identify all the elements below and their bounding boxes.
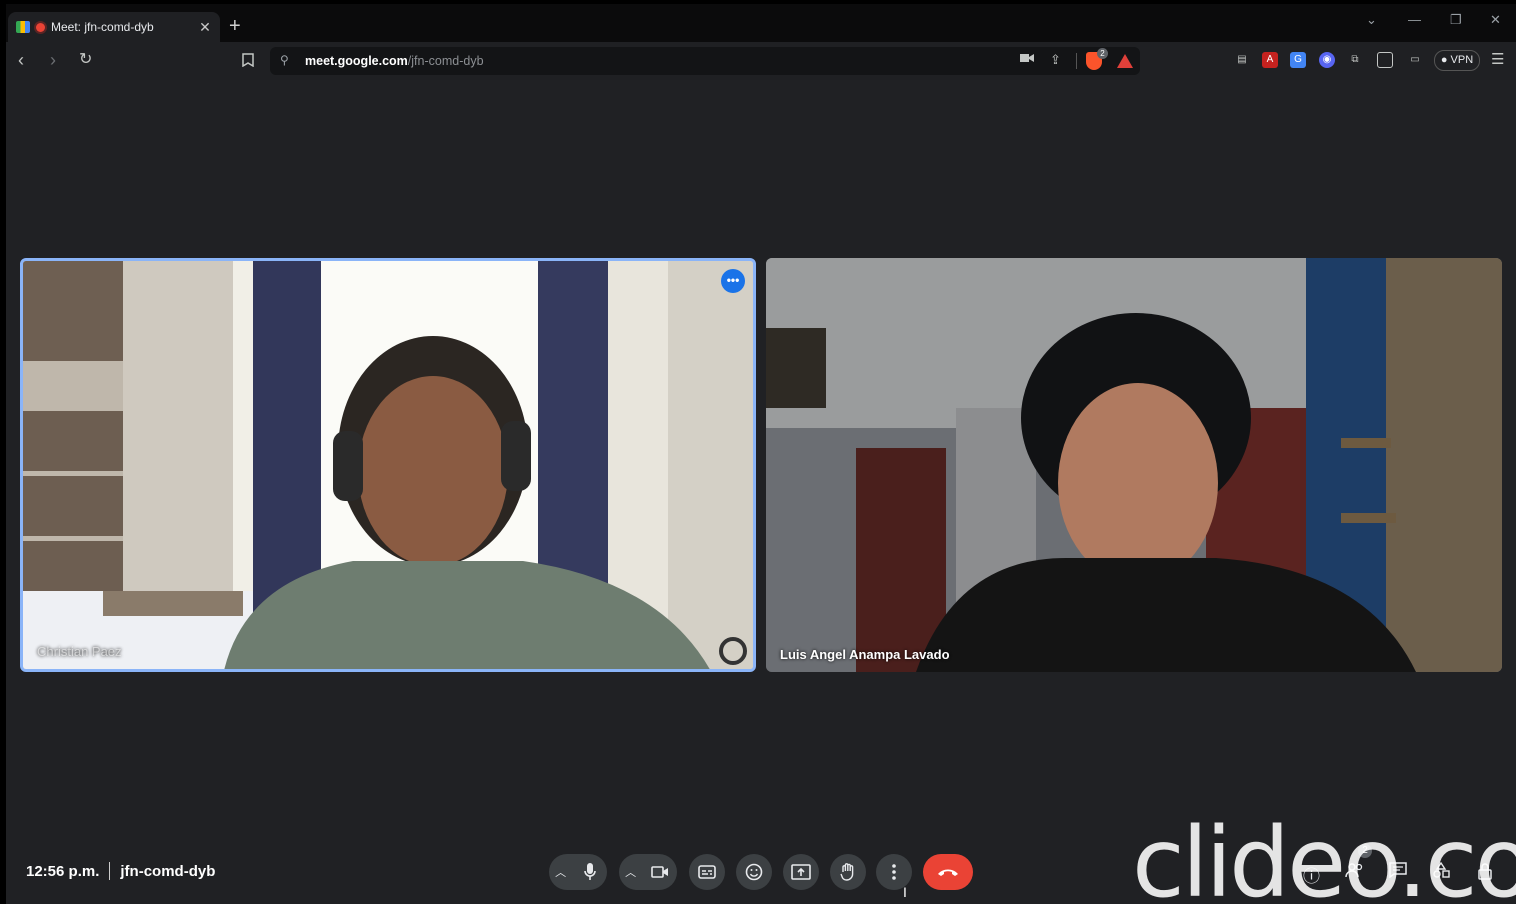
tab-search-chevron-icon[interactable]: ⌄ [1366,12,1377,28]
reactions-button[interactable] [736,854,772,890]
browser-menu-icon[interactable]: ☰ [1491,50,1504,68]
vpn-dot-icon: ● [1440,54,1451,66]
video-tile-remote[interactable]: Luis Angel Anampa Lavado [766,258,1502,672]
raise-hand-icon [840,863,854,881]
captions-icon [698,865,716,879]
more-vert-icon [892,864,896,880]
back-icon[interactable]: ‹ [18,50,24,70]
browser-toolbar: ‹ › ↻ ⚲ meet.google.com/jfn-comd-dyb ⇪ 2… [0,42,1516,80]
share-icon[interactable]: ⇪ [1050,52,1061,68]
window-close-icon[interactable]: ✕ [1490,12,1501,28]
participant-name-1: Christian Paez [37,644,122,659]
mic-button[interactable] [572,854,607,890]
camera-in-use-icon[interactable] [1020,52,1034,67]
present-icon [791,864,811,880]
meeting-details: 12:56 p.m. jfn-comd-dyb [26,862,215,880]
wallet-icon[interactable]: ▭ [1407,52,1423,68]
meet-favicon-icon [16,21,30,33]
vpn-label: VPN [1450,54,1474,66]
brave-rewards-icon[interactable] [1117,54,1133,68]
tab-close-icon[interactable]: ✕ [198,19,212,36]
extensions-puzzle-icon[interactable]: ⧉ [1347,52,1363,68]
restore-icon[interactable]: ❐ [1450,12,1462,28]
reload-icon[interactable]: ↻ [79,50,92,70]
meeting-time: 12:56 p.m. [26,862,100,880]
audio-settings-chevron-up-icon[interactable]: ︿ [549,864,572,880]
tab-meet[interactable]: Meet: jfn-comd-dyb ✕ [8,12,220,42]
present-button[interactable] [783,854,819,890]
tab-title: Meet: jfn-comd-dyb [51,20,154,34]
camera-icon [650,866,668,878]
translate-extension-icon[interactable]: G [1290,52,1306,68]
url-host: meet.google.com [305,54,408,68]
new-tab-button[interactable]: + [229,14,241,38]
site-settings-icon[interactable]: ⚲ [280,53,289,67]
mic-icon [583,863,596,880]
mic-control-group: ︿ [549,854,607,890]
raise-hand-button[interactable] [830,854,866,890]
sidebar-icon[interactable] [1377,52,1393,68]
camera-button[interactable] [642,854,677,890]
omnibox-separator [1076,53,1077,69]
brave-shields-icon[interactable]: 2 [1086,48,1108,70]
emoji-icon [745,863,763,881]
address-bar[interactable]: ⚲ meet.google.com/jfn-comd-dyb ⇪ 2 [270,47,1140,75]
bookmark-icon[interactable] [242,52,254,72]
url-text: meet.google.com/jfn-comd-dyb [305,54,484,68]
left-edge [0,0,6,904]
video-tile-self[interactable]: ••• Christian Paez [20,258,756,672]
tile-more-options-icon[interactable]: ••• [721,269,745,293]
forward-icon[interactable]: › [50,50,56,70]
text-cursor-icon: I [903,884,907,900]
browser-window: Meet: jfn-comd-dyb ✕ + ⌄ — ❐ ✕ ‹ › ↻ ⚲ m… [0,0,1516,904]
meeting-code[interactable]: jfn-comd-dyb [120,863,215,880]
video-frame-2 [766,258,1502,672]
shield-count-badge: 2 [1097,48,1108,59]
vpn-button[interactable]: ● VPN [1434,50,1480,71]
captions-button[interactable] [689,854,725,890]
minimize-icon[interactable]: — [1408,12,1421,27]
meeting-info-divider [109,862,111,880]
clideo-watermark: clideo.com [1132,807,1516,904]
discord-extension-icon[interactable]: ◉ [1319,52,1335,68]
video-settings-chevron-up-icon[interactable]: ︿ [619,864,642,880]
reader-icon[interactable]: ▤ [1234,52,1250,68]
tab-bar: Meet: jfn-comd-dyb ✕ + ⌄ — ❐ ✕ [0,0,1516,42]
recording-dot-icon [36,22,45,32]
pdf-extension-icon[interactable]: A [1262,52,1278,68]
camera-control-group: ︿ [619,854,677,890]
participant-name-2: Luis Angel Anampa Lavado [780,647,950,662]
url-path: /jfn-comd-dyb [407,54,484,68]
leave-call-button[interactable] [923,854,973,890]
end-call-icon [938,869,958,876]
video-frame-1 [23,261,753,669]
